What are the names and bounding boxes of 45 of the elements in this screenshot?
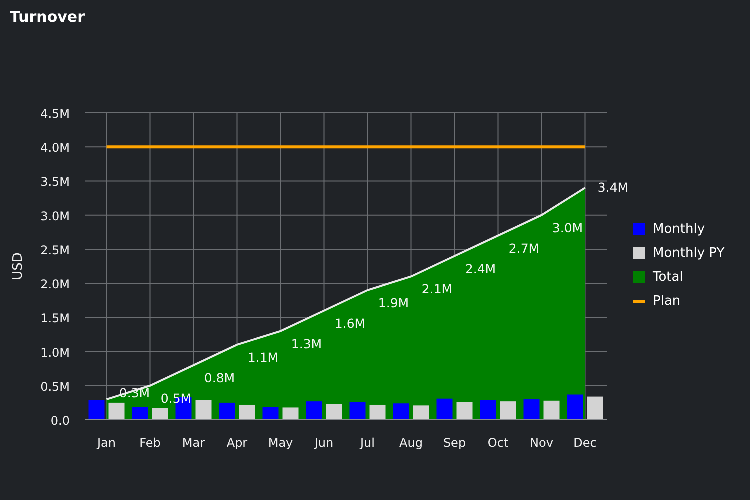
y-tick-label: 2.0M	[40, 278, 70, 292]
legend-label: Total	[653, 270, 684, 284]
data-label: 1.3M	[291, 336, 322, 352]
x-tick-label: Dec	[574, 436, 597, 450]
bar	[480, 400, 496, 420]
data-label: 1.6M	[334, 316, 366, 331]
x-tick-label: Jan	[98, 436, 116, 450]
x-tick-label: Jul	[360, 436, 375, 450]
x-tick-label: Feb	[140, 436, 161, 450]
data-label: 3.4M	[598, 180, 629, 196]
chart-title: Turnover	[9, 7, 86, 28]
data-label: 1.9M	[378, 295, 410, 310]
bar	[132, 407, 148, 420]
y-tick-label: 4.0M	[40, 141, 70, 156]
x-tick-label: Aug	[400, 436, 423, 450]
data-label: 0.5M	[160, 390, 192, 406]
y-tick-label: 3.0M	[40, 209, 70, 224]
y-tick-label: 0.0	[50, 414, 70, 428]
x-tick-label: Nov	[530, 436, 554, 450]
bar	[196, 400, 212, 420]
x-tick-label: Oct	[488, 436, 509, 450]
x-tick-label: Sep	[443, 436, 466, 450]
y-tick-label: 1.0M	[40, 346, 70, 360]
y-tick-label: 4.5M	[40, 107, 70, 121]
y-axis-label: USD	[11, 252, 26, 280]
y-tick-label: 3.5M	[40, 175, 70, 190]
legend-label: Plan	[653, 294, 681, 308]
y-tick-label: 1.5M	[40, 312, 70, 326]
data-label: 2.4M	[465, 261, 496, 276]
x-tick-label: May	[268, 436, 294, 450]
bar	[262, 407, 279, 420]
bar	[587, 396, 604, 420]
x-tick-label: Mar	[182, 436, 206, 450]
data-label: 2.1M	[422, 282, 453, 297]
y-tick-label: 0.5M	[40, 380, 70, 394]
bar	[88, 400, 105, 420]
legend-label: Monthly	[653, 222, 706, 236]
y-tick-label: 2.5M	[40, 243, 70, 258]
data-label: 1.1M	[248, 350, 279, 365]
legend-label: Monthly PY	[653, 246, 725, 260]
x-tick-label: Apr	[226, 436, 248, 450]
data-label: 3.0M	[552, 220, 584, 236]
data-label: 0.8M	[204, 370, 236, 386]
x-tick-label: Jun	[314, 436, 334, 450]
data-label: 2.7M	[508, 240, 540, 256]
